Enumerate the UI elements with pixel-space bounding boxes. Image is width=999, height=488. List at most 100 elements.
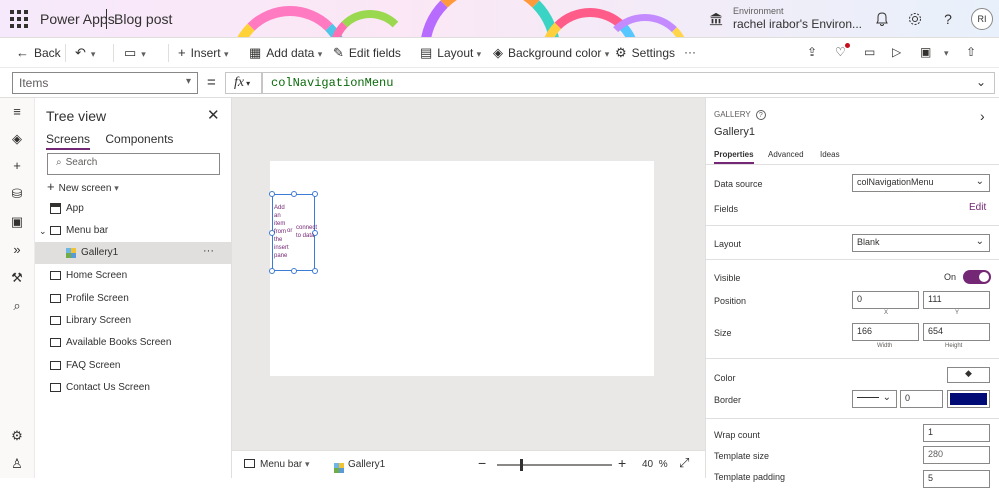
template-padding-input[interactable]: 5 bbox=[923, 470, 990, 488]
avatar[interactable]: RI bbox=[971, 8, 993, 30]
chevron-down-icon: ▾ bbox=[305, 459, 310, 469]
resize-handle[interactable] bbox=[269, 191, 275, 197]
environment-name[interactable]: rachel irabor's Environ... bbox=[733, 17, 862, 31]
bell-icon[interactable] bbox=[874, 11, 890, 27]
virtual-agent-icon[interactable]: ♙ bbox=[9, 456, 25, 472]
border-color-swatch[interactable] bbox=[947, 390, 990, 408]
help-icon[interactable]: ? bbox=[940, 11, 956, 27]
tab-ideas[interactable]: Ideas bbox=[820, 150, 840, 159]
tree-item-contact-us-screen[interactable]: Contact Us Screen bbox=[35, 377, 232, 399]
control-breadcrumb[interactable]: Gallery1 bbox=[334, 459, 385, 473]
search-icon: ⌕ bbox=[56, 157, 62, 168]
share-icon[interactable]: ⇪ bbox=[807, 45, 817, 59]
media-icon[interactable]: ▣ bbox=[9, 214, 25, 230]
formula-input[interactable]: colNavigationMenu ⌄ bbox=[262, 72, 995, 94]
search-input[interactable]: ⌕ Search bbox=[47, 153, 220, 175]
tab-properties[interactable]: Properties bbox=[714, 150, 754, 164]
design-canvas[interactable]: Add an item from the insert pane or conn… bbox=[232, 98, 705, 450]
fields-edit-link[interactable]: Edit bbox=[969, 202, 986, 213]
expand-formula-chevron-icon[interactable]: ⌄ bbox=[976, 75, 986, 90]
resize-handle[interactable] bbox=[291, 191, 297, 197]
paste-button[interactable]: ▭ ▾ bbox=[124, 45, 146, 61]
publish-icon[interactable]: ⇧ bbox=[966, 45, 976, 59]
chevron-down-icon: ▾ bbox=[244, 79, 251, 88]
settings-gear-icon[interactable]: ⚙ bbox=[9, 428, 25, 444]
solid-line-icon bbox=[857, 397, 879, 398]
background-color-button[interactable]: ◈ Background color ▾ bbox=[493, 45, 609, 61]
tree-item-gallery1[interactable]: Gallery1 ··· bbox=[35, 242, 232, 264]
tree-item-app[interactable]: App bbox=[35, 198, 232, 220]
more-button[interactable]: ··· bbox=[684, 45, 696, 59]
tree-item-faq-screen[interactable]: FAQ Screen bbox=[35, 355, 232, 377]
resize-handle[interactable] bbox=[312, 191, 318, 197]
tab-screens[interactable]: Screens bbox=[46, 132, 91, 150]
layout-button[interactable]: ▤ Layout ▾ bbox=[420, 45, 481, 61]
insert-plus-icon[interactable]: + bbox=[9, 158, 25, 174]
position-y-input[interactable]: 111 bbox=[923, 291, 990, 309]
close-icon[interactable]: ✕ bbox=[207, 106, 220, 124]
border-width-input[interactable]: 0 bbox=[900, 390, 943, 408]
tab-advanced[interactable]: Advanced bbox=[768, 150, 804, 159]
height-input[interactable]: 654 bbox=[923, 323, 990, 341]
undo-button[interactable]: ↶ ▾ bbox=[75, 45, 95, 61]
tree-item-home-screen[interactable]: Home Screen bbox=[35, 265, 232, 287]
fit-to-window-icon[interactable]: ⤢ bbox=[679, 455, 689, 471]
tab-components[interactable]: Components bbox=[105, 132, 173, 146]
play-icon[interactable]: ▷ bbox=[892, 45, 901, 59]
info-icon[interactable]: ? bbox=[755, 110, 766, 120]
zoom-slider[interactable] bbox=[497, 464, 612, 466]
gallery-control[interactable]: Add an item from the insert pane or conn… bbox=[269, 191, 318, 274]
function-button[interactable]: fx ▾ bbox=[225, 72, 262, 94]
resize-handle[interactable] bbox=[269, 268, 275, 274]
settings-button[interactable]: ⚙ Settings bbox=[615, 45, 675, 61]
equals-sign: = bbox=[207, 74, 216, 91]
save-icon[interactable]: ▣ bbox=[920, 45, 931, 59]
search-icon[interactable]: ⌕ bbox=[9, 298, 25, 314]
insert-button[interactable]: + Insert ▾ bbox=[178, 45, 228, 60]
hamburger-menu-icon[interactable]: ≡ bbox=[9, 104, 25, 120]
more-options-icon[interactable]: ··· bbox=[203, 240, 214, 262]
collapse-chevron-icon[interactable]: ⌄ bbox=[39, 220, 47, 242]
resize-handle[interactable] bbox=[312, 268, 318, 274]
tree-view-layers-icon[interactable]: ◈ bbox=[9, 131, 25, 147]
zoom-out-button[interactable]: − bbox=[478, 455, 486, 471]
tree-item-menu-bar[interactable]: ⌄ Menu bar bbox=[35, 220, 232, 242]
screen-artboard[interactable]: Add an item from the insert pane or conn… bbox=[269, 161, 654, 376]
position-x-input[interactable]: 0 bbox=[852, 291, 919, 309]
expand-pane-chevron-icon[interactable]: › bbox=[980, 108, 985, 124]
screen-icon bbox=[50, 338, 61, 347]
data-source-dropdown[interactable]: colNavigationMenu ⌄ bbox=[852, 174, 990, 192]
border-style-dropdown[interactable]: ⌄ bbox=[852, 390, 897, 408]
add-data-button[interactable]: ▦ Add data ▾ bbox=[249, 45, 322, 61]
app-checker-icon[interactable]: ♡ bbox=[835, 43, 850, 59]
zoom-in-button[interactable]: + bbox=[618, 455, 626, 471]
property-selector[interactable]: Items ▾ bbox=[12, 72, 198, 94]
advanced-tools-icon[interactable]: ⚒ bbox=[9, 270, 25, 286]
save-menu-chevron-icon[interactable]: ▾ bbox=[944, 45, 949, 59]
comment-icon[interactable]: ▭ bbox=[864, 45, 875, 59]
new-screen-button[interactable]: + New screen ▾ bbox=[47, 179, 119, 194]
screen-breadcrumb[interactable]: Menu bar ▾ bbox=[244, 459, 310, 470]
width-input[interactable]: 166 bbox=[852, 323, 919, 341]
chevron-down-icon: ▾ bbox=[223, 49, 229, 59]
canvas-status-bar: Menu bar ▾ Gallery1 − + 40 % ⤢ bbox=[232, 450, 705, 478]
undo-icon: ↶ bbox=[75, 45, 86, 60]
data-cylinder-icon[interactable]: ⛁ bbox=[9, 186, 25, 202]
back-button[interactable]: ← Back bbox=[16, 45, 61, 60]
tree-item-available-books-screen[interactable]: Available Books Screen bbox=[35, 332, 232, 354]
rainbow-decoration bbox=[230, 6, 350, 37]
app-launcher-icon[interactable] bbox=[10, 10, 28, 28]
divider bbox=[706, 225, 999, 226]
tree-item-library-screen[interactable]: Library Screen bbox=[35, 310, 232, 332]
edit-fields-button[interactable]: ✎ Edit fields bbox=[333, 45, 401, 61]
color-picker[interactable]: ◆ bbox=[947, 367, 990, 383]
tree-item-profile-screen[interactable]: Profile Screen bbox=[35, 288, 232, 310]
visible-toggle[interactable] bbox=[963, 270, 991, 284]
power-automate-icon[interactable]: » bbox=[9, 242, 25, 258]
resize-handle[interactable] bbox=[291, 268, 297, 274]
gear-icon[interactable] bbox=[907, 11, 923, 27]
template-size-input[interactable]: 280 bbox=[923, 446, 990, 464]
wrap-count-input[interactable]: 1 bbox=[923, 424, 990, 442]
layout-dropdown[interactable]: Blank ⌄ bbox=[852, 234, 990, 252]
zoom-slider-thumb[interactable] bbox=[520, 459, 523, 471]
